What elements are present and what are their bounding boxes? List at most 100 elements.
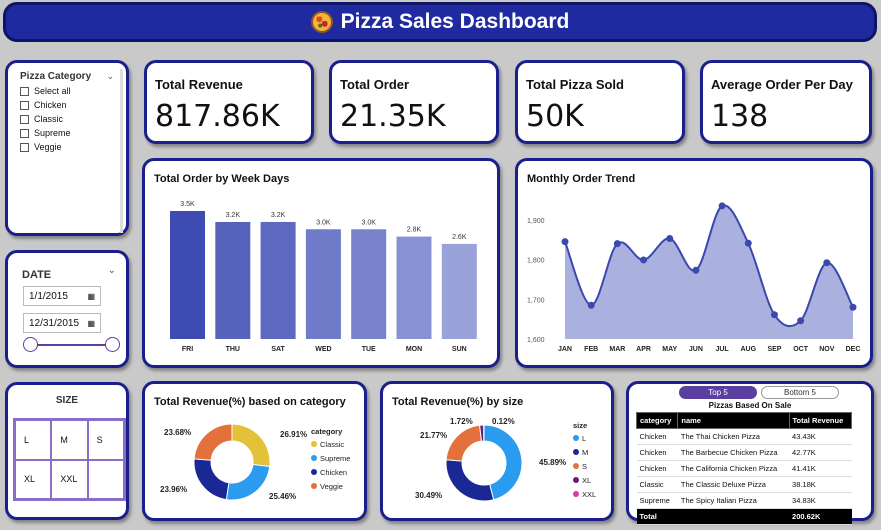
- slicer-scrollbar[interactable]: [120, 69, 123, 233]
- date-range-track: [30, 344, 110, 346]
- table-cell: 43.43K: [789, 428, 852, 445]
- x-tick-label: JUL: [715, 346, 729, 353]
- table-cell: The Spicy Italian Pizza: [677, 492, 790, 509]
- bar[interactable]: [351, 229, 387, 339]
- table-row: Chicken The Thai Chicken Pizza 43.43K: [636, 428, 852, 445]
- x-tick-label: DEC: [846, 346, 861, 353]
- checkbox[interactable]: [20, 128, 29, 138]
- data-point[interactable]: [797, 317, 805, 325]
- column-header[interactable]: Total Revenue: [788, 412, 853, 429]
- table-total-cell: 200.62K: [789, 508, 852, 525]
- dashboard-header: Pizza Sales Dashboard: [3, 2, 877, 42]
- x-tick-label: SAT: [271, 346, 285, 353]
- donut-slice[interactable]: [445, 459, 495, 502]
- table-row: Chicken The California Chicken Pizza 41.41…: [636, 460, 852, 477]
- size-donut-svg: 45.89% 30.49% 21.77%1.72% 0.12% size LMS XL XXL: [415, 417, 596, 502]
- data-point[interactable]: [770, 311, 778, 319]
- data-point[interactable]: [666, 235, 674, 243]
- calendar-icon[interactable]: ▦: [87, 319, 95, 328]
- chevron-down-icon[interactable]: ⌄: [108, 265, 116, 276]
- data-point[interactable]: [587, 301, 595, 309]
- start-date-field[interactable]: 1/1/2015 ▦: [23, 286, 101, 306]
- size-option[interactable]: XL: [15, 459, 52, 499]
- column-header[interactable]: category: [635, 412, 679, 429]
- chevron-down-icon[interactable]: ⌄: [106, 71, 114, 82]
- table-cell: Chicken: [636, 444, 678, 461]
- size-option[interactable]: XXL: [51, 459, 88, 499]
- x-tick-label: MON: [406, 346, 422, 353]
- donut-slice[interactable]: [225, 463, 271, 501]
- legend-marker: [311, 483, 317, 489]
- donut-slice[interactable]: [193, 423, 233, 461]
- data-point[interactable]: [613, 240, 621, 248]
- checkbox[interactable]: [20, 86, 29, 96]
- bar[interactable]: [441, 243, 477, 339]
- slice-data-label: 45.89%: [539, 458, 566, 467]
- kpi-total-revenue: Total Revenue 817.86K: [144, 60, 314, 144]
- tab-bottom-5[interactable]: Bottom 5: [761, 386, 839, 399]
- kpi-total-pizza-sold: Total Pizza Sold 50K: [515, 60, 685, 144]
- table-cell: The Thai Chicken Pizza: [677, 428, 790, 445]
- bar-data-label: 2.6K: [452, 234, 467, 241]
- category-option[interactable]: Chicken: [20, 100, 114, 110]
- x-tick-label: JUN: [689, 346, 703, 353]
- x-tick-label: APR: [636, 346, 651, 353]
- table-cell: 38.18K: [789, 476, 852, 493]
- x-tick-label: MAR: [609, 346, 625, 353]
- bar[interactable]: [305, 229, 341, 339]
- calendar-icon[interactable]: ▦: [87, 292, 95, 301]
- y-tick-label: 1,900: [527, 218, 545, 225]
- top-pizzas-panel: Top 5 Bottom 5 Pizzas Based On Sale cate…: [626, 381, 874, 525]
- category-revenue-chart: Total Revenue(%) based on category 26.91…: [142, 381, 367, 521]
- bar[interactable]: [396, 236, 432, 339]
- donut-slice[interactable]: [231, 423, 271, 468]
- checkbox[interactable]: [20, 100, 29, 110]
- date-range-start-handle[interactable]: [23, 337, 38, 352]
- x-tick-label: FEB: [584, 346, 598, 353]
- legend-label: Chicken: [320, 468, 347, 477]
- checkbox[interactable]: [20, 114, 29, 124]
- column-header[interactable]: name: [677, 412, 790, 429]
- bar[interactable]: [215, 221, 251, 339]
- kpi-total-order: Total Order 21.35K: [329, 60, 499, 144]
- size-option[interactable]: L: [15, 420, 52, 460]
- legend-label: Classic: [320, 440, 344, 449]
- page-title: Pizza Sales Dashboard: [340, 10, 570, 33]
- x-tick-label: FRI: [182, 346, 193, 353]
- table-cell: The Barbecue Chicken Pizza: [677, 444, 790, 461]
- table-title: Pizzas Based On Sale: [708, 401, 792, 410]
- data-point[interactable]: [718, 202, 726, 210]
- size-option[interactable]: M: [51, 420, 88, 460]
- data-point[interactable]: [823, 259, 831, 267]
- legend-label: Supreme: [320, 454, 350, 463]
- data-point[interactable]: [561, 238, 569, 246]
- bar[interactable]: [260, 221, 296, 339]
- legend-label: Veggie: [320, 482, 343, 491]
- table-cell: Classic: [636, 476, 678, 493]
- legend-title: size: [573, 421, 587, 430]
- category-option-label: Veggie: [34, 142, 62, 152]
- category-slicer: Pizza Category ⌄ Select all Chicken Classi…: [5, 60, 129, 236]
- weekday-orders-chart: Total Order by Week Days 3.5K FRI 3.2K THU 3…: [142, 158, 500, 368]
- category-option[interactable]: Supreme: [20, 128, 114, 138]
- category-option[interactable]: Veggie: [20, 142, 114, 152]
- category-option[interactable]: Select all: [20, 86, 114, 96]
- category-donut-svg: 26.91% 25.46% 23.96% 23.68% category Classic S…: [160, 423, 350, 501]
- donut-slice[interactable]: [193, 458, 230, 501]
- table-total-cell: Total: [636, 508, 678, 525]
- bar[interactable]: [170, 211, 205, 339]
- data-point[interactable]: [744, 239, 752, 247]
- data-point[interactable]: [692, 266, 700, 274]
- tab-top-5[interactable]: Top 5: [679, 386, 757, 399]
- end-date-field[interactable]: 12/31/2015 ▦: [23, 313, 101, 333]
- table-cell: The California Chicken Pizza: [677, 460, 790, 477]
- data-point[interactable]: [849, 303, 857, 311]
- donut-slice[interactable]: [445, 424, 483, 462]
- checkbox[interactable]: [20, 142, 29, 152]
- date-range-end-handle[interactable]: [105, 337, 120, 352]
- x-tick-label: NOV: [819, 346, 835, 353]
- data-point[interactable]: [640, 256, 648, 264]
- category-option[interactable]: Classic: [20, 114, 114, 124]
- slice-data-label: 23.68%: [164, 428, 191, 437]
- size-option[interactable]: S: [87, 420, 124, 460]
